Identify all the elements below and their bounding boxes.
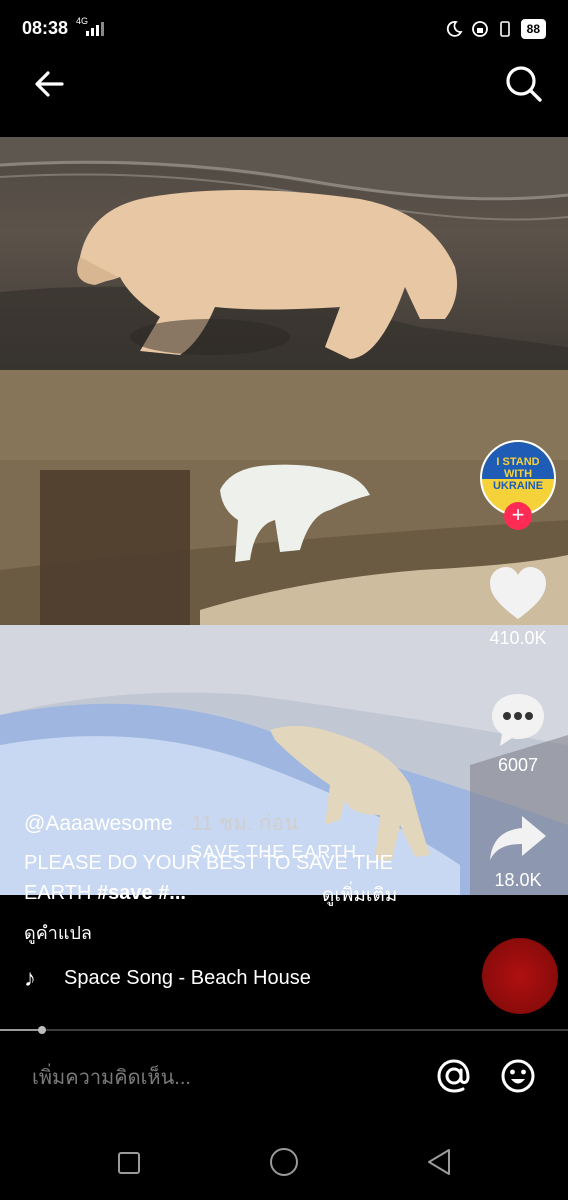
post-author-line: @Aaaawesome · 11 ชม. ก่อน: [24, 807, 298, 840]
music-disc[interactable]: [482, 938, 558, 1014]
progress-handle[interactable]: [38, 1026, 46, 1034]
heart-icon: [490, 567, 546, 619]
like-button[interactable]: [486, 563, 550, 627]
status-icons: 88: [445, 16, 546, 42]
comment-bubble-icon: [492, 694, 544, 746]
like-count: 410.0K: [489, 628, 547, 648]
status-time: 08:38: [22, 18, 69, 38]
video-frame-thin-bear: [0, 370, 568, 625]
avatar-text-1: I STAND: [496, 456, 540, 468]
comment-count: 6007: [497, 755, 539, 775]
circle-icon: [270, 1148, 298, 1176]
search-button[interactable]: [502, 62, 546, 106]
follow-button[interactable]: +: [504, 502, 532, 530]
progress-fill: [0, 1029, 42, 1031]
author-handle[interactable]: @Aaaawesome: [24, 812, 173, 835]
share-arrow-icon: [490, 816, 546, 860]
arrow-left-icon: [35, 71, 64, 97]
vibrate-icon: [499, 21, 510, 37]
triangle-back-icon: [428, 1149, 450, 1175]
comment-input[interactable]: [0, 1040, 430, 1116]
moon-icon: [446, 21, 463, 37]
video-player[interactable]: [0, 137, 568, 895]
mention-button[interactable]: [432, 1054, 476, 1098]
video-frame-walking-bear: [0, 137, 568, 370]
home-button[interactable]: [268, 1146, 300, 1178]
emoji-icon: [501, 1059, 535, 1093]
music-title[interactable]: Space Song - Beach House: [64, 967, 311, 990]
alarm-lock-icon: [471, 21, 488, 37]
see-more-link[interactable]: ดูเพิ่มเติม: [322, 880, 397, 910]
recent-apps-button[interactable]: [116, 1150, 142, 1176]
translate-link[interactable]: ดูคำแปล: [24, 918, 92, 947]
avatar-text-3: UKRAINE: [492, 480, 544, 492]
post-time: · 11 ชม. ก่อน: [178, 812, 299, 835]
share-button[interactable]: [486, 808, 550, 872]
at-sign-icon: [437, 1059, 470, 1093]
caption-hashtags[interactable]: #save #...: [97, 882, 186, 904]
back-button[interactable]: [28, 62, 72, 106]
emoji-button[interactable]: [496, 1054, 540, 1098]
progress-track[interactable]: [0, 1029, 568, 1031]
signal-icon: [86, 22, 104, 36]
square-icon: [118, 1152, 140, 1174]
avatar-text-2: WITH: [503, 468, 533, 480]
share-count: 18.0K: [494, 870, 542, 890]
system-back-button[interactable]: [424, 1146, 454, 1178]
search-icon: [506, 66, 542, 102]
battery-indicator: 88: [520, 19, 546, 39]
comment-button[interactable]: [486, 688, 550, 752]
music-note-icon: ♪: [24, 965, 36, 992]
